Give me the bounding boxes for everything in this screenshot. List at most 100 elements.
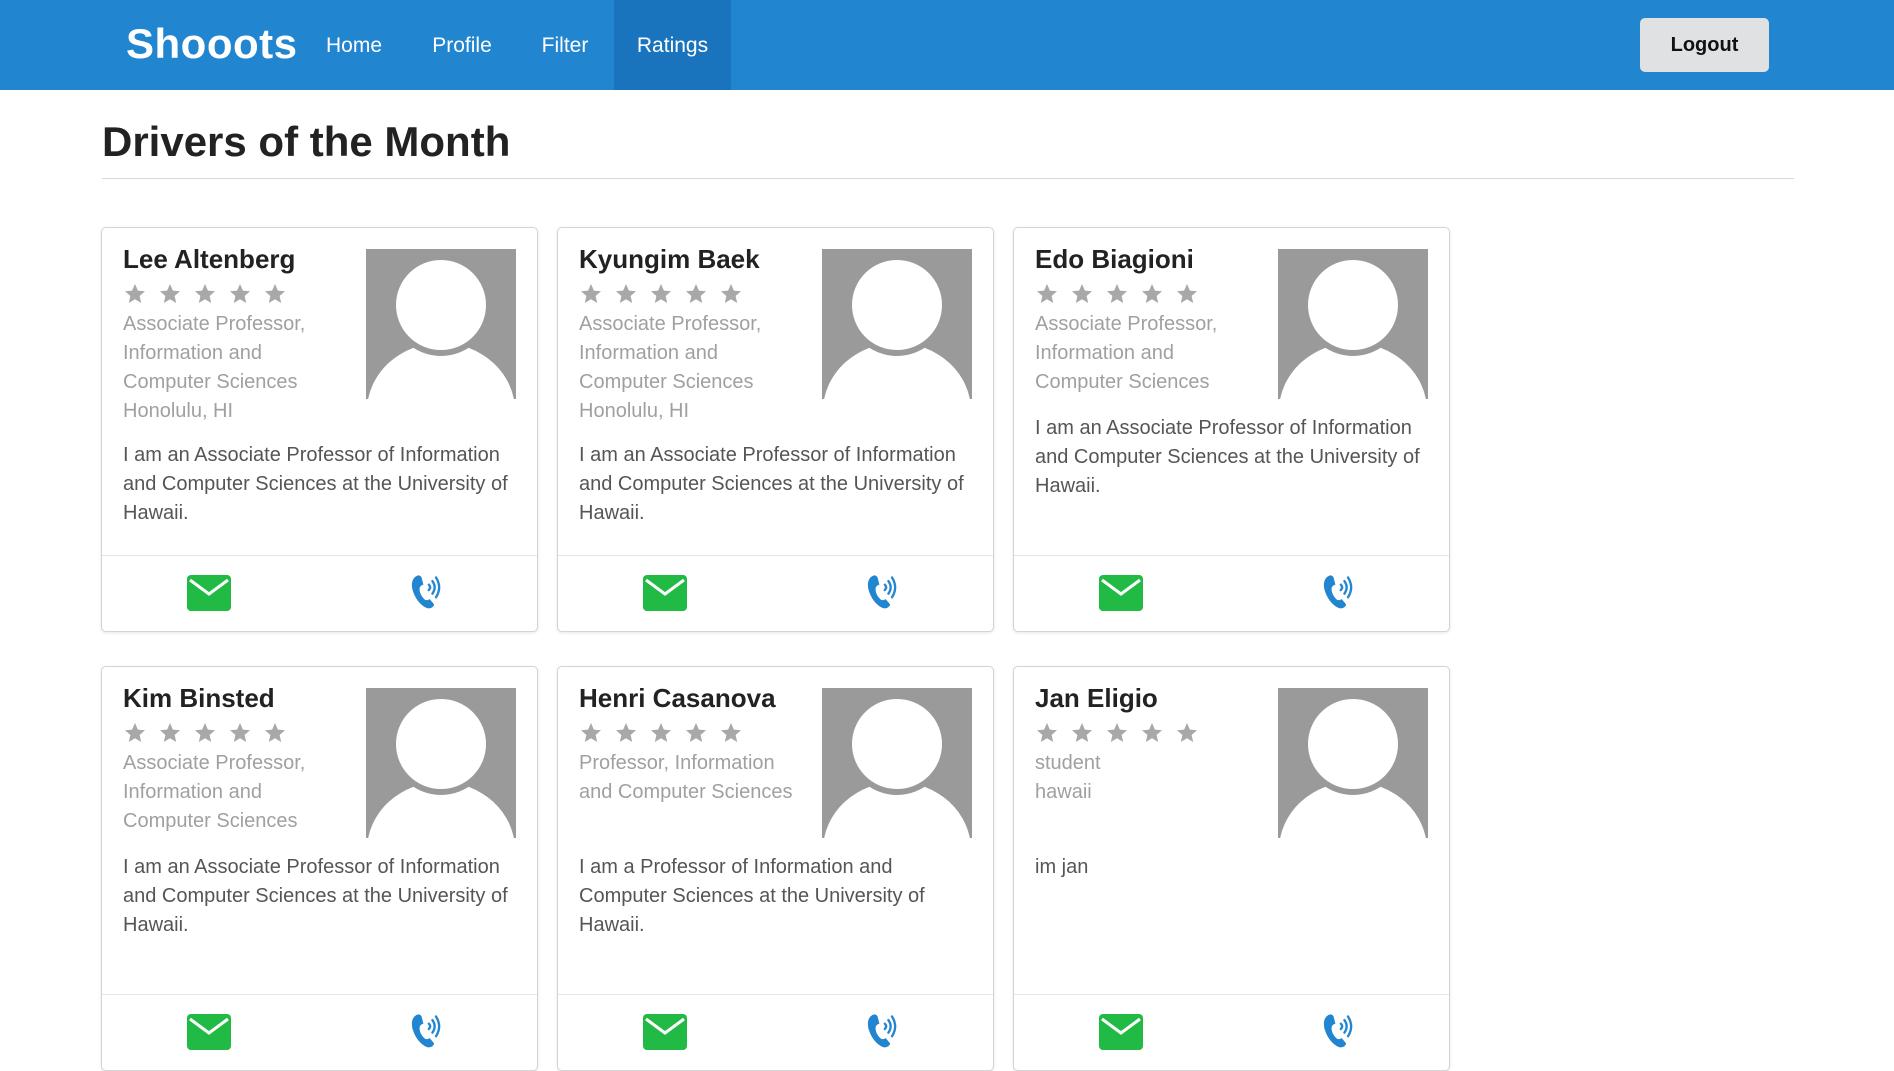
user-avatar-icon <box>822 249 972 399</box>
email-button[interactable] <box>187 1014 231 1055</box>
star-rating[interactable] <box>579 282 754 306</box>
envelope-icon <box>1099 575 1143 615</box>
user-avatar-icon <box>366 688 516 838</box>
star-rating[interactable] <box>1035 282 1210 306</box>
star-icon[interactable] <box>649 282 673 306</box>
star-icon[interactable] <box>263 282 287 306</box>
star-icon[interactable] <box>193 721 217 745</box>
email-button[interactable] <box>643 1014 687 1055</box>
star-icon[interactable] <box>123 721 147 745</box>
phone-button[interactable] <box>865 571 901 616</box>
brand-logo[interactable]: Shooots <box>126 20 297 68</box>
driver-name[interactable]: Kyungim Baek <box>579 244 760 275</box>
star-icon[interactable] <box>1175 721 1199 745</box>
user-avatar-icon <box>1278 688 1428 838</box>
nav-filter[interactable]: Filter <box>522 0 608 90</box>
driver-name[interactable]: Edo Biagioni <box>1035 244 1194 275</box>
email-button[interactable] <box>1099 575 1143 616</box>
driver-description: I am an Associate Professor of Informati… <box>123 856 508 936</box>
star-icon[interactable] <box>1140 282 1164 306</box>
star-icon[interactable] <box>1035 282 1059 306</box>
star-icon[interactable] <box>1140 721 1164 745</box>
driver-name[interactable]: Jan Eligio <box>1035 683 1158 714</box>
driver-name[interactable]: Henri Casanova <box>579 683 776 714</box>
star-icon[interactable] <box>123 282 147 306</box>
driver-location: Honolulu, HI <box>123 400 234 422</box>
user-avatar-icon <box>366 249 516 399</box>
phone-volume-icon <box>1321 575 1357 615</box>
star-rating[interactable] <box>579 721 754 745</box>
phone-button[interactable] <box>1321 571 1357 616</box>
star-icon[interactable] <box>1105 721 1129 745</box>
driver-description: I am an Associate Professor of Informati… <box>123 444 508 524</box>
phone-volume-icon <box>409 1014 445 1054</box>
nav-ratings[interactable]: Ratings <box>614 0 731 90</box>
driver-meta: Associate Professor, Information and Com… <box>579 310 799 426</box>
envelope-icon <box>187 575 231 615</box>
star-icon[interactable] <box>158 282 182 306</box>
top-navbar: Shooots Home Profile Filter Ratings Logo… <box>0 0 1894 90</box>
driver-meta: student hawaii <box>1035 749 1255 807</box>
star-icon[interactable] <box>579 721 603 745</box>
star-icon[interactable] <box>614 282 638 306</box>
star-icon[interactable] <box>649 721 673 745</box>
card-divider <box>102 994 537 995</box>
star-icon[interactable] <box>579 282 603 306</box>
driver-card: Kim Binsted Associate Professor, Informat… <box>101 666 538 1071</box>
email-button[interactable] <box>643 575 687 616</box>
star-icon[interactable] <box>684 721 708 745</box>
driver-name[interactable]: Kim Binsted <box>123 683 275 714</box>
nav-home[interactable]: Home <box>306 0 402 90</box>
phone-button[interactable] <box>865 1010 901 1055</box>
card-divider <box>1014 994 1449 995</box>
driver-name[interactable]: Lee Altenberg <box>123 244 295 275</box>
driver-card: Kyungim Baek Associate Professor, Informa… <box>557 227 994 632</box>
driver-title: Associate Professor, Information and Com… <box>579 313 762 393</box>
phone-volume-icon <box>865 575 901 615</box>
star-icon[interactable] <box>228 721 252 745</box>
user-avatar-icon <box>1278 249 1428 399</box>
card-divider <box>558 994 993 995</box>
card-divider <box>102 555 537 556</box>
star-icon[interactable] <box>228 282 252 306</box>
star-icon[interactable] <box>719 282 743 306</box>
driver-meta: Associate Professor, Information and Com… <box>1035 310 1255 397</box>
phone-button[interactable] <box>409 571 445 616</box>
driver-location: hawaii <box>1035 781 1092 803</box>
card-divider <box>558 555 993 556</box>
driver-title: Professor, Information and Computer Scie… <box>579 752 793 803</box>
star-icon[interactable] <box>193 282 217 306</box>
star-icon[interactable] <box>1105 282 1129 306</box>
title-divider <box>102 178 1794 179</box>
driver-title: student <box>1035 752 1101 774</box>
phone-button[interactable] <box>409 1010 445 1055</box>
driver-description: I am an Associate Professor of Informati… <box>579 444 964 524</box>
star-icon[interactable] <box>1070 721 1094 745</box>
star-icon[interactable] <box>1070 282 1094 306</box>
star-icon[interactable] <box>614 721 638 745</box>
email-button[interactable] <box>187 575 231 616</box>
star-icon[interactable] <box>684 282 708 306</box>
star-rating[interactable] <box>1035 721 1210 745</box>
star-icon[interactable] <box>1175 282 1199 306</box>
driver-title: Associate Professor, Information and Com… <box>123 313 306 393</box>
phone-button[interactable] <box>1321 1010 1357 1055</box>
email-button[interactable] <box>1099 1014 1143 1055</box>
driver-description: I am an Associate Professor of Informati… <box>1035 417 1420 497</box>
nav-profile[interactable]: Profile <box>410 0 514 90</box>
envelope-icon <box>1099 1014 1143 1054</box>
star-rating[interactable] <box>123 721 298 745</box>
star-icon[interactable] <box>263 721 287 745</box>
phone-volume-icon <box>409 575 445 615</box>
driver-description: I am a Professor of Information and Comp… <box>579 856 925 936</box>
driver-card: Jan Eligio student hawaii im jan <box>1013 666 1450 1071</box>
logout-button[interactable]: Logout <box>1640 18 1769 72</box>
star-icon[interactable] <box>719 721 743 745</box>
star-icon[interactable] <box>158 721 182 745</box>
star-icon[interactable] <box>1035 721 1059 745</box>
star-rating[interactable] <box>123 282 298 306</box>
user-avatar-icon <box>822 688 972 838</box>
driver-title: Associate Professor, Information and Com… <box>123 752 306 832</box>
driver-card: Edo Biagioni Associate Professor, Informa… <box>1013 227 1450 632</box>
driver-title: Associate Professor, Information and Com… <box>1035 313 1218 393</box>
